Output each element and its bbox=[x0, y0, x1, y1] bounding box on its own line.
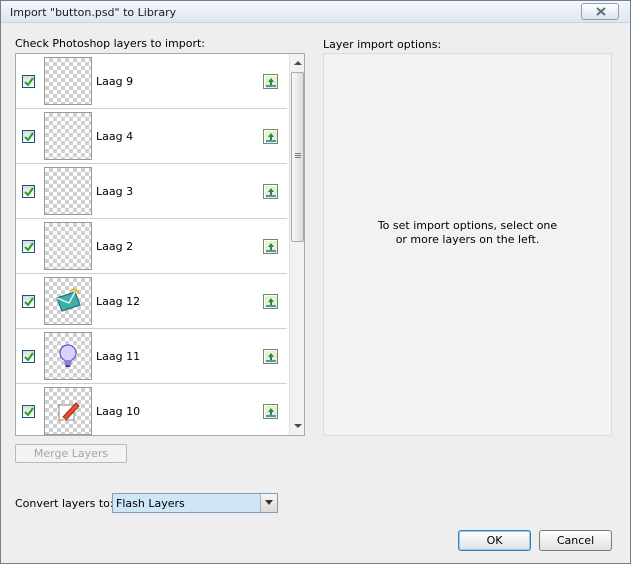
scroll-grip bbox=[295, 153, 301, 154]
checkmark-icon bbox=[24, 297, 34, 307]
layer-import-button[interactable] bbox=[263, 294, 278, 309]
convert-select-value: Flash Layers bbox=[116, 497, 185, 510]
layer-import-button[interactable] bbox=[263, 184, 278, 199]
merge-layers-button[interactable]: Merge Layers bbox=[15, 444, 127, 463]
scroll-grip bbox=[295, 157, 301, 158]
layer-name: Laag 11 bbox=[96, 350, 141, 363]
options-hint: To set import options, select one or mor… bbox=[324, 219, 611, 247]
layer-import-button[interactable] bbox=[263, 239, 278, 254]
convert-layers-select[interactable]: Flash Layers bbox=[112, 493, 278, 513]
close-icon bbox=[596, 7, 606, 16]
layer-name: Laag 4 bbox=[96, 130, 134, 143]
layer-thumbnail bbox=[44, 387, 92, 435]
select-dropdown-button[interactable] bbox=[260, 494, 277, 512]
title-bar[interactable]: Import "button.psd" to Library bbox=[1, 1, 630, 23]
layer-checkbox[interactable] bbox=[22, 240, 35, 253]
checkmark-icon bbox=[24, 242, 34, 252]
layer-row[interactable]: Laag 12 bbox=[16, 274, 287, 329]
checkmark-icon bbox=[24, 407, 34, 417]
import-image-icon bbox=[265, 406, 277, 418]
layer-name: Laag 3 bbox=[96, 185, 134, 198]
scroll-thumb[interactable] bbox=[291, 72, 304, 242]
lightbulb-icon bbox=[59, 344, 77, 367]
layer-checkbox[interactable] bbox=[22, 130, 35, 143]
pencil-icon bbox=[58, 402, 80, 422]
scroll-grip bbox=[295, 155, 301, 156]
layer-thumbnail bbox=[44, 167, 92, 215]
layer-row[interactable]: Laag 11 bbox=[16, 329, 287, 384]
layer-import-button[interactable] bbox=[263, 129, 278, 144]
ok-button[interactable]: OK bbox=[458, 530, 531, 551]
layer-thumbnail bbox=[44, 222, 92, 270]
layer-row[interactable]: Laag 9 bbox=[16, 54, 287, 109]
layer-options-panel: To set import options, select one or mor… bbox=[323, 53, 612, 436]
import-image-icon bbox=[265, 241, 277, 253]
dialog-title: Import "button.psd" to Library bbox=[10, 6, 177, 19]
checkmark-icon bbox=[24, 187, 34, 197]
layer-name: Laag 10 bbox=[96, 405, 141, 418]
envelope-icon bbox=[56, 288, 81, 312]
layer-name: Laag 12 bbox=[96, 295, 141, 308]
options-hint-line: To set import options, select one bbox=[377, 219, 558, 232]
import-dialog: Import "button.psd" to Library Check Pho… bbox=[0, 0, 631, 564]
layers-heading: Check Photoshop layers to import: bbox=[15, 37, 206, 50]
import-image-icon bbox=[265, 186, 277, 198]
layer-row[interactable]: Laag 4 bbox=[16, 109, 287, 164]
cancel-button[interactable]: Cancel bbox=[539, 530, 612, 551]
chevron-down-icon bbox=[265, 500, 273, 505]
layer-list-scrollbar[interactable] bbox=[289, 54, 304, 435]
layer-import-button[interactable] bbox=[263, 404, 278, 419]
layer-checkbox[interactable] bbox=[22, 75, 35, 88]
layer-thumbnail bbox=[44, 332, 92, 380]
layer-name: Laag 2 bbox=[96, 240, 134, 253]
checkmark-icon bbox=[24, 77, 34, 87]
layer-import-button[interactable] bbox=[263, 74, 278, 89]
import-image-icon bbox=[265, 76, 277, 88]
scroll-down-icon bbox=[294, 424, 302, 428]
layer-row[interactable]: Laag 3 bbox=[16, 164, 287, 219]
layer-checkbox[interactable] bbox=[22, 350, 35, 363]
layer-list[interactable]: Laag 9 Laag 4 Laag 3 Laag 2 Laag 12 Laag… bbox=[15, 53, 305, 436]
checkmark-icon bbox=[24, 132, 34, 142]
layer-thumbnail bbox=[44, 112, 92, 160]
options-heading: Layer import options: bbox=[323, 38, 442, 51]
import-image-icon bbox=[265, 296, 277, 308]
import-image-icon bbox=[265, 131, 277, 143]
layer-checkbox[interactable] bbox=[22, 185, 35, 198]
layer-thumbnail bbox=[44, 57, 92, 105]
convert-label: Convert layers to: bbox=[15, 497, 114, 510]
layer-thumbnail bbox=[44, 277, 92, 325]
close-button[interactable] bbox=[581, 3, 619, 20]
import-image-icon bbox=[265, 351, 277, 363]
scroll-up-icon bbox=[294, 61, 302, 65]
options-hint-line: or more layers on the left. bbox=[395, 233, 540, 246]
layer-import-button[interactable] bbox=[263, 349, 278, 364]
layer-checkbox[interactable] bbox=[22, 405, 35, 418]
layer-name: Laag 9 bbox=[96, 75, 134, 88]
layer-row[interactable]: Laag 2 bbox=[16, 219, 287, 274]
layer-row[interactable]: Laag 10 bbox=[16, 384, 287, 435]
layer-checkbox[interactable] bbox=[22, 295, 35, 308]
checkmark-icon bbox=[24, 352, 34, 362]
